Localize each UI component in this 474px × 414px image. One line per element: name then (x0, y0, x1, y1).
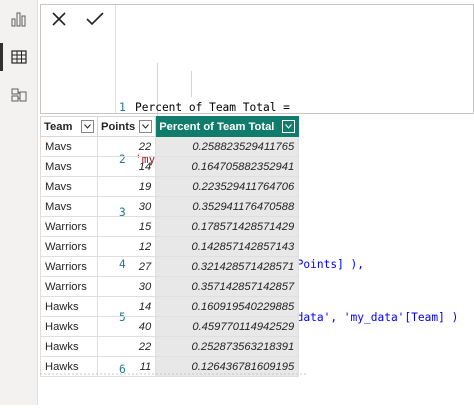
percent-cell[interactable]: 0.164705882352941 (155, 156, 300, 177)
percent-cell[interactable]: 0.252873563218391 (155, 336, 300, 357)
table-row[interactable]: Mavs 22 0.258823529411765 (40, 136, 300, 157)
code-line: 1 Percent of Team Total = (119, 99, 469, 117)
column-header-points[interactable]: Points (96, 116, 157, 137)
points-cell[interactable]: 22 (96, 136, 157, 157)
points-cell[interactable]: 22 (96, 336, 157, 357)
chevron-down-icon (285, 124, 293, 129)
horizontal-scrollbar[interactable] (40, 372, 307, 376)
table-row[interactable]: Hawks 40 0.459770114942529 (40, 316, 300, 337)
filter-dropdown-button[interactable] (139, 120, 153, 133)
points-cell[interactable]: 15 (96, 216, 157, 237)
chevron-down-icon (84, 124, 91, 129)
table-icon (10, 50, 27, 64)
table-row[interactable]: Hawks 14 0.160919540229885 (40, 296, 300, 317)
points-cell[interactable]: 14 (96, 156, 157, 177)
column-header-percent-of-team-total[interactable]: Percent of Team Total (155, 116, 300, 137)
formula-actions (41, 5, 113, 33)
percent-cell[interactable]: 0.357142857142857 (155, 276, 300, 297)
points-cell[interactable]: 19 (96, 176, 157, 197)
team-cell[interactable]: Warriors (40, 236, 98, 257)
percent-cell[interactable]: 0.223529411764706 (155, 176, 300, 197)
column-header-label: Team (44, 120, 73, 133)
column-header-label: Percent of Team Total (159, 120, 275, 133)
table-row[interactable]: Mavs 19 0.223529411764706 (40, 176, 300, 197)
data-grid: Team Points Percent of Team Total Mavs 2… (40, 116, 300, 377)
table-row[interactable]: Mavs 14 0.164705882352941 (40, 156, 300, 177)
view-sidebar (0, 0, 38, 405)
model-icon (11, 88, 26, 102)
column-header-team[interactable]: Team (40, 116, 98, 137)
close-icon (51, 12, 66, 26)
table-row[interactable]: Warriors 15 0.178571428571429 (40, 216, 300, 237)
chevron-down-icon (142, 124, 150, 129)
table-row[interactable]: Mavs 30 0.352941176470588 (40, 196, 300, 217)
indent-guide (191, 71, 192, 97)
code-text: Percent of Team Total = (135, 100, 290, 114)
data-view-button[interactable] (0, 40, 37, 74)
table-row[interactable]: Warriors 30 0.357142857142857 (40, 276, 300, 297)
percent-cell[interactable]: 0.352941176470588 (155, 196, 300, 217)
percent-cell[interactable]: 0.178571428571429 (155, 216, 300, 237)
percent-cell[interactable]: 0.459770114942529 (155, 316, 300, 337)
team-cell[interactable]: Hawks (40, 336, 98, 357)
check-icon (85, 12, 104, 26)
formula-bar: 1 Percent of Team Total = 2 'my_data'[Po… (40, 4, 474, 376)
points-cell[interactable]: 30 (96, 196, 157, 217)
percent-cell[interactable]: 0.160919540229885 (155, 296, 300, 317)
percent-cell[interactable]: 0.321428571428571 (155, 256, 300, 277)
model-view-button[interactable] (0, 78, 37, 112)
team-cell[interactable]: Mavs (40, 196, 98, 217)
team-cell[interactable]: Hawks (40, 316, 98, 337)
line-number: 1 (119, 100, 126, 114)
column-header-label: Points (101, 120, 136, 133)
team-cell[interactable]: Mavs (40, 156, 98, 177)
team-cell[interactable]: Mavs (40, 136, 98, 157)
filter-dropdown-button[interactable] (81, 120, 94, 133)
team-cell[interactable]: Warriors (40, 216, 98, 237)
table-row[interactable]: Warriors 27 0.321428571428571 (40, 256, 300, 277)
commit-formula-button[interactable] (85, 10, 105, 28)
team-cell[interactable]: Hawks (40, 296, 98, 317)
points-cell[interactable]: 14 (96, 296, 157, 317)
points-cell[interactable]: 40 (96, 316, 157, 337)
team-cell[interactable]: Warriors (40, 256, 98, 277)
filter-dropdown-button[interactable] (282, 120, 296, 133)
bar-chart-icon (11, 12, 25, 27)
formula-bar-divider (115, 5, 116, 113)
points-cell[interactable]: 27 (96, 256, 157, 277)
points-cell[interactable]: 30 (96, 276, 157, 297)
report-view-button[interactable] (0, 2, 37, 36)
team-cell[interactable]: Warriors (40, 276, 98, 297)
percent-cell[interactable]: 0.142857142857143 (155, 236, 300, 257)
percent-cell[interactable]: 0.258823529411765 (155, 136, 300, 157)
cancel-formula-button[interactable] (50, 10, 68, 28)
table-row[interactable]: Hawks 22 0.252873563218391 (40, 336, 300, 357)
team-cell[interactable]: Mavs (40, 176, 98, 197)
table-row[interactable]: Warriors 12 0.142857142857143 (40, 236, 300, 257)
points-cell[interactable]: 12 (96, 236, 157, 257)
